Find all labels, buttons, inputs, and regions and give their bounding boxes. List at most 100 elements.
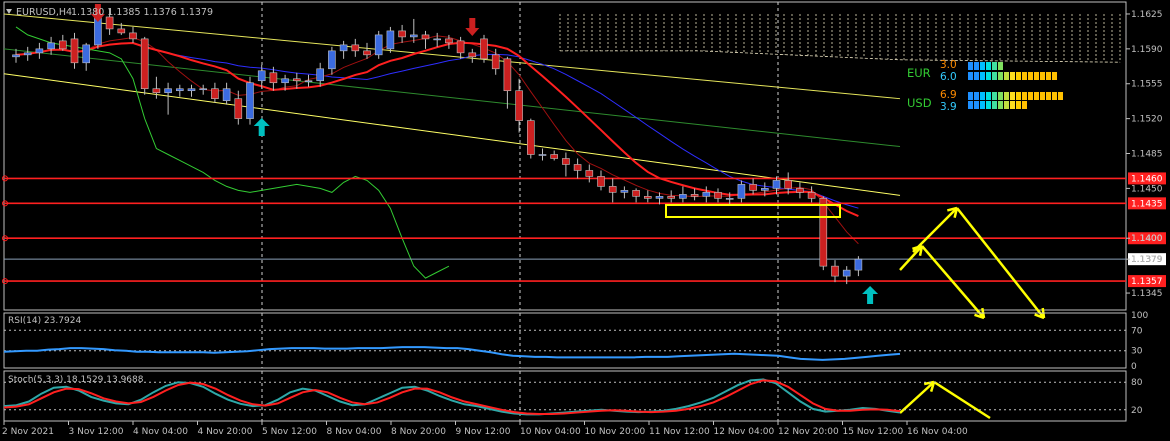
candle[interactable]: [23, 52, 32, 56]
candle[interactable]: [316, 68, 325, 82]
candle[interactable]: [105, 16, 114, 30]
price-tick-label: 1.1400: [1131, 234, 1163, 244]
strength-bar-segment: [980, 92, 985, 100]
candle[interactable]: [304, 80, 313, 83]
candle[interactable]: [620, 190, 629, 193]
strength-bar-segment: [974, 62, 979, 70]
candle[interactable]: [737, 184, 746, 199]
candle[interactable]: [246, 82, 254, 119]
candle[interactable]: [714, 192, 722, 199]
candle[interactable]: [807, 192, 816, 199]
candle[interactable]: [269, 72, 278, 84]
strength-bar-segment: [974, 72, 979, 80]
candle[interactable]: [339, 44, 348, 52]
strength-usd-bottom: 3.9: [940, 101, 957, 113]
strength-bar-segment: [998, 62, 1003, 70]
candle[interactable]: [363, 50, 371, 56]
stoch-tick-label: 80: [1131, 378, 1143, 388]
candle[interactable]: [679, 194, 687, 199]
strength-bar-segment: [992, 72, 997, 80]
candle[interactable]: [281, 78, 289, 84]
candle[interactable]: [760, 188, 769, 191]
candle[interactable]: [854, 258, 863, 271]
candle[interactable]: [480, 38, 488, 60]
candle[interactable]: [35, 48, 44, 54]
candle[interactable]: [842, 269, 851, 277]
candle[interactable]: [503, 58, 512, 92]
candle[interactable]: [573, 164, 582, 171]
strength-currency-eur: EUR: [907, 66, 931, 80]
sr-price-label: 1.1435: [1131, 199, 1163, 209]
candle[interactable]: [445, 38, 453, 44]
candle[interactable]: [257, 70, 266, 82]
candle[interactable]: [140, 38, 149, 90]
candle[interactable]: [784, 180, 793, 189]
strength-bar-segment: [986, 62, 991, 70]
candle[interactable]: [632, 190, 640, 197]
candle[interactable]: [655, 196, 664, 199]
candle[interactable]: [725, 198, 734, 200]
candle[interactable]: [117, 28, 126, 34]
strength-bar-segment: [1004, 92, 1009, 100]
candle[interactable]: [585, 170, 594, 177]
candle[interactable]: [234, 98, 243, 119]
candle[interactable]: [690, 194, 699, 197]
strength-bar-segment: [1010, 101, 1015, 109]
candle[interactable]: [491, 54, 500, 70]
candle[interactable]: [187, 88, 196, 92]
candle[interactable]: [398, 30, 406, 38]
candle[interactable]: [152, 88, 161, 94]
candle[interactable]: [328, 50, 336, 70]
price-tick-label: 1.1555: [1131, 80, 1163, 90]
candle[interactable]: [538, 154, 547, 156]
trading-chart[interactable]: 1.1460 1.1435 1.1400 1.1357 1.1379 EURUSD,H4…: [0, 0, 1170, 441]
candle[interactable]: [456, 40, 465, 54]
candle[interactable]: [643, 196, 652, 199]
candle[interactable]: [176, 88, 184, 92]
time-label: 4 Nov 20:00: [198, 427, 253, 437]
candle[interactable]: [515, 90, 523, 121]
strength-bar-segment: [980, 72, 985, 80]
strength-bar-segment: [998, 92, 1003, 100]
candle[interactable]: [82, 44, 90, 64]
strength-bar-segment: [968, 62, 973, 70]
candle[interactable]: [433, 38, 442, 41]
candle[interactable]: [526, 120, 535, 155]
candle[interactable]: [164, 88, 172, 94]
candle[interactable]: [222, 88, 231, 101]
strength-bar-segment: [1028, 72, 1033, 80]
candle[interactable]: [819, 198, 828, 267]
candle[interactable]: [386, 30, 395, 50]
candle[interactable]: [796, 188, 804, 193]
candle[interactable]: [12, 54, 20, 58]
strength-bar-segment: [992, 92, 997, 100]
candle[interactable]: [211, 88, 219, 99]
candle[interactable]: [421, 34, 430, 40]
candle[interactable]: [468, 52, 477, 58]
candle[interactable]: [47, 42, 55, 50]
candle[interactable]: [550, 154, 559, 159]
candle[interactable]: [199, 88, 207, 91]
candle[interactable]: [409, 34, 418, 38]
candle[interactable]: [374, 34, 383, 56]
candle[interactable]: [58, 40, 67, 50]
candle[interactable]: [562, 158, 570, 165]
strength-bar-segment: [1004, 101, 1009, 109]
candle[interactable]: [702, 192, 711, 197]
strength-bar-segment: [1040, 72, 1045, 80]
price-axis[interactable]: 1.16251.15901.15551.15201.14851.14501.14…: [1126, 10, 1163, 299]
price-tick-label: 1.1485: [1131, 150, 1163, 160]
time-label: 10 Nov 04:00: [520, 427, 581, 437]
candle[interactable]: [772, 180, 781, 189]
sr-price-label: 1.1460: [1131, 174, 1163, 184]
candle[interactable]: [597, 176, 605, 187]
candle[interactable]: [608, 186, 617, 193]
candle[interactable]: [292, 78, 301, 82]
candle[interactable]: [831, 265, 839, 277]
candle[interactable]: [667, 196, 676, 199]
candle[interactable]: [70, 38, 79, 64]
candle[interactable]: [351, 44, 360, 52]
candle[interactable]: [129, 32, 137, 40]
candle[interactable]: [749, 184, 757, 191]
strength-bar-segment: [1016, 72, 1021, 80]
